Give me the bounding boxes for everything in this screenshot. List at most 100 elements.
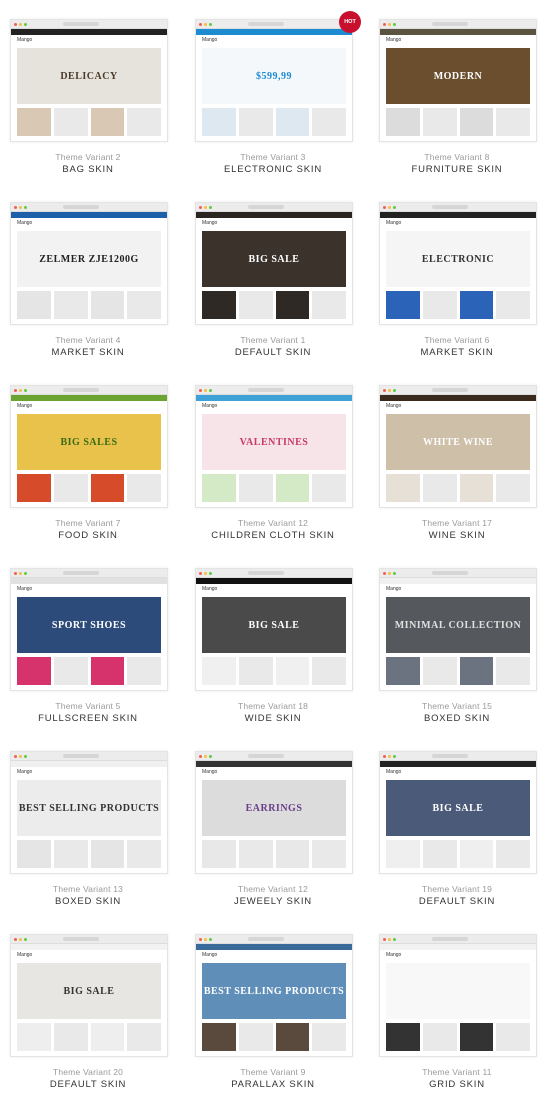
skin-name[interactable]: BAG SKIN <box>10 164 166 175</box>
skin-name[interactable]: DEFAULT SKIN <box>379 896 535 907</box>
skin-name[interactable]: BOXED SKIN <box>379 713 535 724</box>
skin-name[interactable]: BOXED SKIN <box>10 896 166 907</box>
hero-headline: MINIMAL COLLECTION <box>394 619 522 631</box>
site-logo: Mango <box>386 403 402 409</box>
theme-card[interactable]: Mango $599,99 HOT Theme Variant 3 ELECTR… <box>195 11 361 199</box>
theme-variant-label: Theme Variant 15 <box>421 701 493 711</box>
theme-preview-thumbnail[interactable]: Mango MODERN <box>379 19 537 142</box>
skin-name[interactable]: ELECTRONIC SKIN <box>195 164 351 175</box>
theme-preview-thumbnail[interactable]: Mango BIG SALE <box>195 202 353 325</box>
browser-bar <box>380 386 536 395</box>
theme-variant-label: Theme Variant 17 <box>421 518 493 528</box>
theme-variant-label: Theme Variant 13 <box>52 884 124 894</box>
theme-card[interactable]: Mango BIG SALE Theme Variant 20 DEFAULT … <box>10 934 168 1114</box>
hero-banner: DELICACY <box>17 48 161 104</box>
hot-badge: HOT <box>339 11 361 33</box>
theme-card[interactable]: Mango BIG SALE Theme Variant 18 WIDE SKI… <box>195 568 353 748</box>
theme-variant-label: Theme Variant 12 <box>237 518 309 528</box>
browser-bar <box>196 569 352 578</box>
theme-preview-thumbnail[interactable]: Mango $599,99 <box>195 19 353 142</box>
skin-name[interactable]: CHILDREN CLOTH SKIN <box>195 530 351 541</box>
theme-variant-label: Theme Variant 20 <box>52 1067 124 1077</box>
theme-card[interactable]: Mango ZELMER ZJE1200G Theme Variant 4 MA… <box>10 202 168 382</box>
site-logo: Mango <box>386 769 402 775</box>
skin-name[interactable]: JEWEELY SKIN <box>195 896 351 907</box>
theme-card[interactable]: Mango MODERN Theme Variant 8 FURNITURE S… <box>379 19 537 199</box>
theme-preview-thumbnail[interactable]: Mango <box>379 934 537 1057</box>
site-logo: Mango <box>202 403 218 409</box>
theme-card[interactable]: Mango BIG SALE Theme Variant 19 DEFAULT … <box>379 751 537 931</box>
theme-preview-thumbnail[interactable]: Mango SPORT SHOES <box>10 568 168 691</box>
theme-preview-thumbnail[interactable]: Mango WHITE WINE <box>379 385 537 508</box>
skin-name[interactable]: WIDE SKIN <box>195 713 351 724</box>
skin-name[interactable]: DEFAULT SKIN <box>10 1079 166 1090</box>
hero-banner: BIG SALE <box>202 597 346 653</box>
hero-banner <box>386 963 530 1019</box>
skin-name[interactable]: DEFAULT SKIN <box>195 347 351 358</box>
theme-card[interactable]: Mango BEST SELLING PRODUCTS Theme Varian… <box>10 751 168 931</box>
theme-card[interactable]: Mango EARRINGS Theme Variant 12 JEWEELY … <box>195 751 353 931</box>
theme-card[interactable]: Mango BIG SALE Theme Variant 1 DEFAULT S… <box>195 202 353 382</box>
skin-name[interactable]: FURNITURE SKIN <box>379 164 535 175</box>
theme-preview-thumbnail[interactable]: Mango BIG SALE <box>379 751 537 874</box>
site-logo: Mango <box>17 37 33 43</box>
browser-bar <box>196 20 352 29</box>
browser-bar <box>11 203 167 212</box>
hero-headline: BIG SALE <box>63 985 115 997</box>
theme-preview-thumbnail[interactable]: Mango EARRINGS <box>195 751 353 874</box>
skin-name[interactable]: GRID SKIN <box>379 1079 535 1090</box>
skin-name[interactable]: FOOD SKIN <box>10 530 166 541</box>
browser-bar <box>196 203 352 212</box>
theme-preview-thumbnail[interactable]: Mango MINIMAL COLLECTION <box>379 568 537 691</box>
hero-headline: $599,99 <box>256 70 292 82</box>
theme-preview-thumbnail[interactable]: Mango BIG SALE <box>195 568 353 691</box>
skin-name[interactable]: FULLSCREEN SKIN <box>10 713 166 724</box>
product-tiles <box>202 291 346 319</box>
theme-card[interactable]: Mango BIG SALES Theme Variant 7 FOOD SKI… <box>10 385 168 565</box>
hero-banner: BIG SALE <box>386 780 530 836</box>
theme-card[interactable]: Mango Theme Variant 11 GRID SKIN <box>379 934 537 1114</box>
theme-card[interactable]: Mango MINIMAL COLLECTION Theme Variant 1… <box>379 568 537 748</box>
hero-headline: BIG SALE <box>248 253 300 265</box>
product-tiles <box>386 657 530 685</box>
hero-banner: VALENTINES <box>202 414 346 470</box>
theme-preview-thumbnail[interactable]: Mango DELICACY <box>10 19 168 142</box>
product-tiles <box>386 291 530 319</box>
theme-variant-label: Theme Variant 11 <box>422 1067 492 1077</box>
theme-preview-thumbnail[interactable]: Mango ZELMER ZJE1200G <box>10 202 168 325</box>
theme-preview-thumbnail[interactable]: Mango BIG SALES <box>10 385 168 508</box>
product-tiles <box>202 474 346 502</box>
theme-variant-label: Theme Variant 3 <box>240 152 306 162</box>
hero-headline: EARRINGS <box>245 802 303 814</box>
product-tiles <box>17 291 161 319</box>
skin-name[interactable]: MARKET SKIN <box>10 347 166 358</box>
product-tiles <box>17 108 161 136</box>
product-tiles <box>17 657 161 685</box>
site-logo: Mango <box>202 769 218 775</box>
site-logo: Mango <box>386 37 402 43</box>
theme-card[interactable]: Mango DELICACY Theme Variant 2 BAG SKIN <box>10 19 168 199</box>
theme-card[interactable]: Mango VALENTINES Theme Variant 12 CHILDR… <box>195 385 353 565</box>
theme-card[interactable]: Mango ELECTRONIC Theme Variant 6 MARKET … <box>379 202 537 382</box>
skin-name[interactable]: MARKET SKIN <box>379 347 535 358</box>
browser-bar <box>196 752 352 761</box>
theme-preview-thumbnail[interactable]: Mango BEST SELLING PRODUCTS <box>10 751 168 874</box>
site-logo: Mango <box>202 952 218 958</box>
theme-card[interactable]: Mango WHITE WINE Theme Variant 17 WINE S… <box>379 385 537 565</box>
browser-bar <box>11 569 167 578</box>
theme-card[interactable]: Mango SPORT SHOES Theme Variant 5 FULLSC… <box>10 568 168 748</box>
theme-preview-thumbnail[interactable]: Mango BEST SELLING PRODUCTS <box>195 934 353 1057</box>
theme-preview-thumbnail[interactable]: Mango VALENTINES <box>195 385 353 508</box>
skin-name[interactable]: PARALLAX SKIN <box>195 1079 351 1090</box>
browser-bar <box>11 935 167 944</box>
hero-banner: EARRINGS <box>202 780 346 836</box>
product-tiles <box>386 1023 530 1051</box>
site-logo: Mango <box>386 586 402 592</box>
theme-card[interactable]: Mango BEST SELLING PRODUCTS Theme Varian… <box>195 934 353 1114</box>
skin-name[interactable]: WINE SKIN <box>379 530 535 541</box>
theme-preview-thumbnail[interactable]: Mango ELECTRONIC <box>379 202 537 325</box>
theme-preview-thumbnail[interactable]: Mango BIG SALE <box>10 934 168 1057</box>
site-logo: Mango <box>17 586 33 592</box>
theme-variant-label: Theme Variant 12 <box>237 884 309 894</box>
product-tiles <box>386 840 530 868</box>
